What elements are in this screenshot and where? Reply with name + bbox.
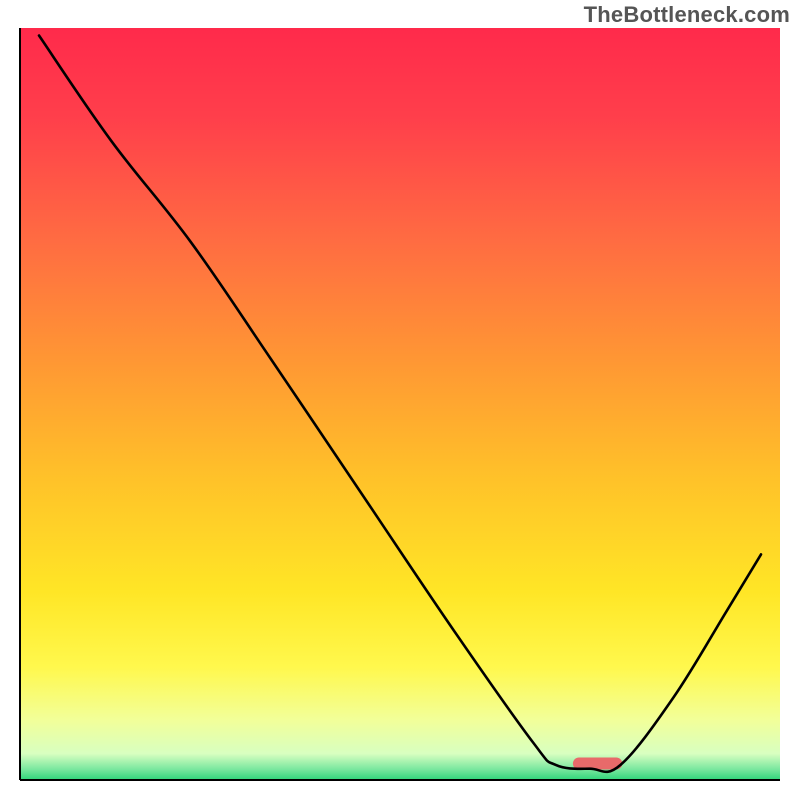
plot-area	[20, 28, 780, 780]
bottleneck-chart	[0, 0, 800, 800]
watermark-text: TheBottleneck.com	[584, 2, 790, 28]
chart-container: TheBottleneck.com	[0, 0, 800, 800]
chart-background	[20, 28, 780, 780]
